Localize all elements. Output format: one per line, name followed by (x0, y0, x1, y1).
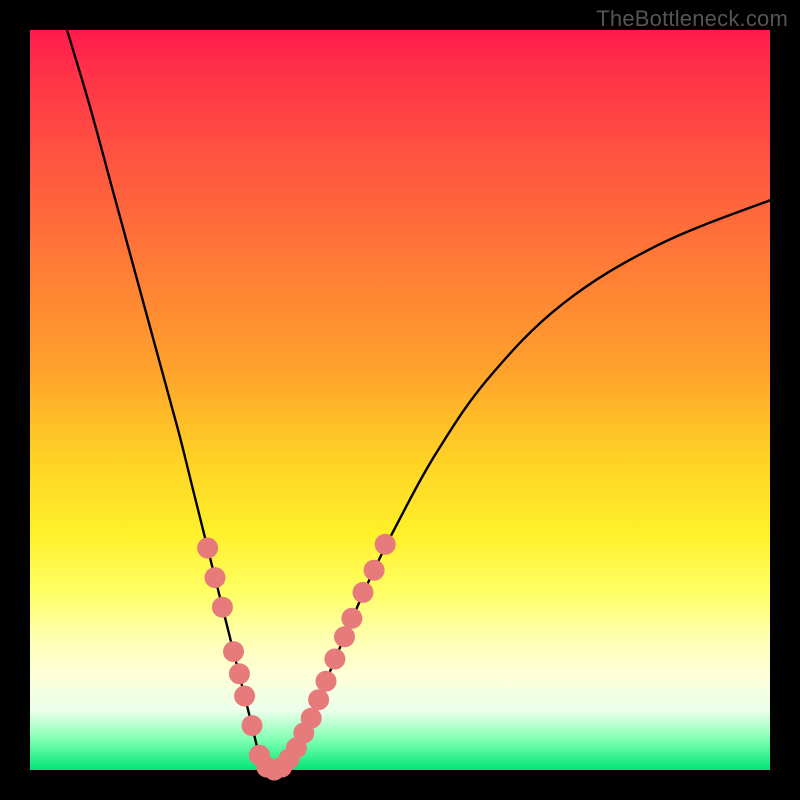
chart-svg (30, 30, 770, 770)
plot-area (30, 30, 770, 770)
bottleneck-curve (67, 30, 770, 772)
data-dot (242, 715, 263, 736)
chart-frame: TheBottleneck.com (0, 0, 800, 800)
data-dot (212, 597, 233, 618)
data-dot (375, 534, 396, 555)
data-dot (301, 708, 322, 729)
data-dot (334, 626, 355, 647)
data-dot (353, 582, 374, 603)
watermark-text: TheBottleneck.com (596, 6, 788, 32)
data-dot (341, 608, 362, 629)
data-dot (197, 538, 218, 559)
data-dot (308, 689, 329, 710)
dots-left-cluster (197, 538, 292, 781)
data-dot (316, 671, 337, 692)
data-dot (364, 560, 385, 581)
data-dot (223, 641, 244, 662)
data-dot (205, 567, 226, 588)
data-dot (229, 663, 250, 684)
data-dot (324, 649, 345, 670)
dots-right-cluster (279, 534, 396, 770)
data-dot (234, 686, 255, 707)
